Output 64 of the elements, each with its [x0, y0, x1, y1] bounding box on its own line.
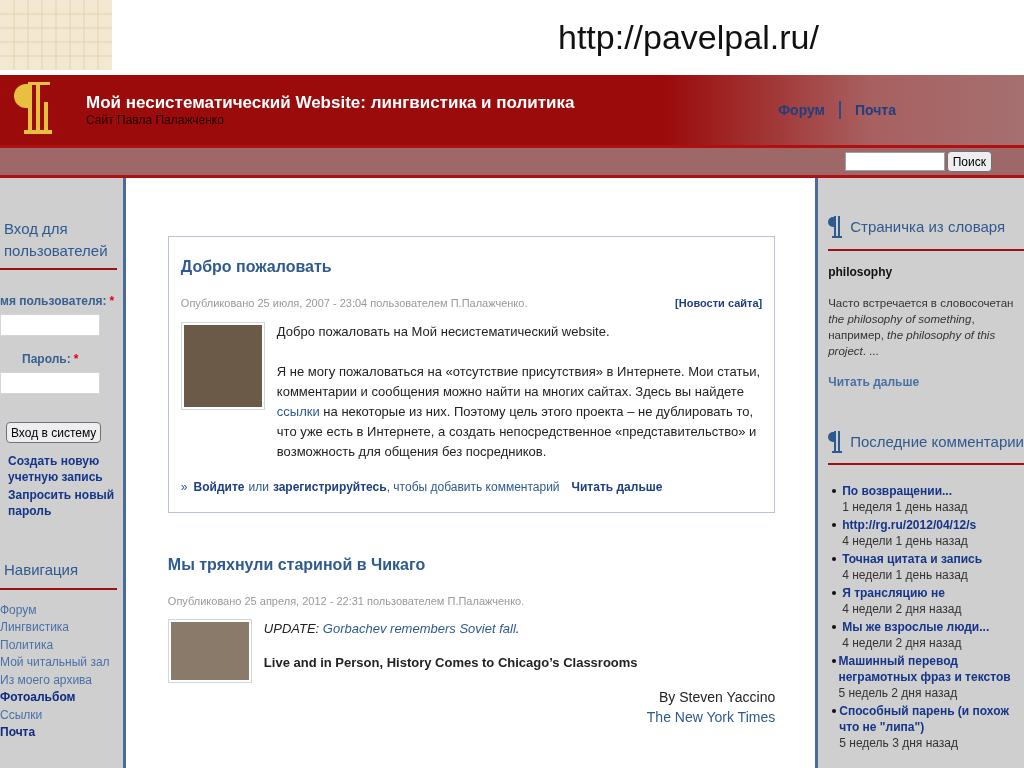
bullet-icon	[832, 659, 837, 663]
connector-text: или	[248, 478, 269, 496]
bullet-icon	[832, 591, 837, 595]
post-meta: Опубликовано 25 июля, 2007 - 23:04 пользователем П.Палажченко.	[180, 296, 528, 311]
comment-age: 1 неделя 1 день назад	[842, 499, 968, 515]
block-title: Страничка из словаря	[850, 217, 1006, 237]
block-title: Вход для пользователей	[3, 219, 109, 261]
read-more-link[interactable]: Читать дальше	[571, 477, 663, 496]
comment-link[interactable]: Я трансляцию не	[842, 585, 962, 601]
comment-link[interactable]: http://rg.ru/2012/04/12/s	[842, 517, 981, 533]
account-link[interactable]: Запросить новый пароль	[8, 487, 118, 519]
inline-link[interactable]: ссылки	[276, 403, 320, 419]
comment-link[interactable]: Точная цитата и запись	[842, 551, 987, 567]
required-mark: *	[73, 351, 79, 368]
bullet-icon	[832, 557, 837, 561]
paragraph: Я не могу пожаловаться на «отсутствие присутствия» в Интернете. Мои статьи, комментарии и сообщения можно найти на многих сайтах. Здесь вы найдете ссылки на некоторые из них. Поэтому цель этого проекта – не дублировать то, что уже есть в Интернете, а создать непосредственное «представительство» и возможность для общения без посредников.	[276, 362, 762, 461]
paragraph: UPDATE: Gorbachev remembers Soviet fall.	[263, 620, 521, 638]
bullet-marker: »	[180, 478, 188, 496]
site-subtitle: Сайт Павла Палажченко	[86, 113, 225, 129]
dictionary-term: philosophy	[828, 263, 894, 281]
source-link[interactable]: The New York Times	[646, 707, 776, 727]
block-title: Последние комментарии	[850, 431, 1024, 452]
register-link[interactable]: зарегистрируйтесь	[272, 477, 387, 496]
bullet-icon	[832, 709, 837, 713]
search-button[interactable]: Поиск	[946, 151, 992, 172]
field-label: мя пользователя:	[0, 293, 107, 310]
comment-age: 5 недель 3 дня назад	[839, 735, 959, 751]
paragraph: Добро пожаловать на Мой несистематический website.	[276, 322, 611, 341]
nav-link[interactable]: Почта	[0, 724, 123, 742]
bullet-icon	[832, 489, 837, 493]
slide-url: http://pavelpal.ru/	[558, 17, 819, 58]
comment-link[interactable]: Мы же взрослые люди...	[842, 619, 994, 635]
field-label: Пароль:	[22, 351, 71, 368]
password-field[interactable]	[0, 372, 100, 394]
nav-link[interactable]: Фотоальбом	[0, 689, 123, 707]
site-title: Мой несистематический Website: лингвистика и политика	[86, 91, 575, 114]
login-button[interactable]: Вход в систему	[6, 422, 102, 443]
comment-link[interactable]: Способный парень (и похож что не "липа")	[839, 703, 1024, 735]
comment-hint: , чтобы добавить комментарий	[386, 478, 560, 496]
comment-age: 4 недели 2 дня назад	[842, 601, 962, 617]
search-field[interactable]	[844, 152, 945, 171]
account-link[interactable]: Создать новую учетную запись	[8, 453, 118, 485]
paragraph: Live and in Person, History Comes to Chicago’s Classrooms	[263, 654, 638, 672]
comment-age: 4 недели 1 день назад	[842, 533, 969, 549]
comment-link[interactable]: Машинный перевод неграмотных фраз и текстов	[838, 653, 1024, 685]
comment-age: 5 недель 2 дня назад	[838, 685, 959, 701]
pillar-icon	[828, 216, 843, 239]
comment-age: 4 недели 1 день назад	[842, 567, 969, 583]
byline: By Steven Yaccino	[659, 688, 776, 707]
login-link[interactable]: Войдите	[193, 477, 245, 496]
bullet-icon	[832, 523, 837, 527]
comment-age: 4 недели 2 дня назад	[842, 635, 963, 651]
post-title[interactable]: Добро пожаловать	[180, 255, 763, 279]
bullet-icon	[832, 625, 837, 629]
post-title[interactable]: Мы тряхнули стариной в Чикаго	[167, 552, 776, 577]
category-link[interactable]: [Новости сайта]	[675, 295, 763, 312]
username-field[interactable]	[0, 314, 100, 336]
dictionary-excerpt: Часто встречается в словосочетан the philosophy of something, например, the philosophy of this project. ...	[828, 295, 1015, 359]
required-mark: *	[109, 293, 115, 310]
comment-link[interactable]: По возвращении...	[842, 483, 968, 499]
post-meta: Опубликовано 25 апреля, 2012 - 22:31 пользователем П.Палажченко.	[167, 593, 525, 609]
block-title: Навигация	[3, 560, 80, 580]
pillar-icon	[828, 430, 843, 453]
inline-link[interactable]: Gorbachev remembers Soviet fall	[322, 621, 516, 636]
